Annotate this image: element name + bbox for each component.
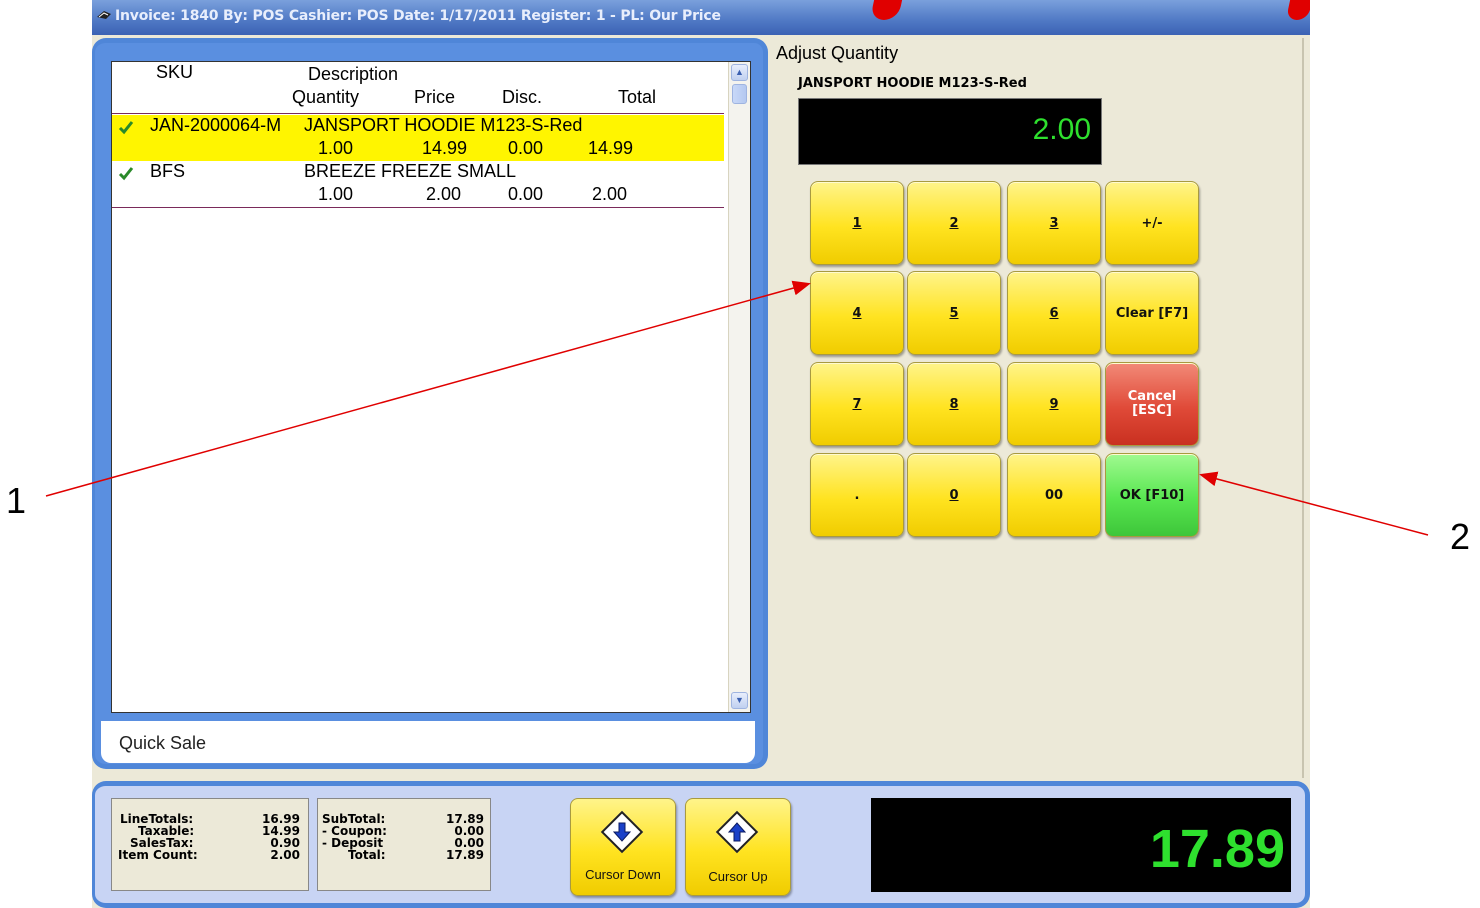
annotation-label-2: 2 xyxy=(1450,516,1471,557)
annotation-arrow-1 xyxy=(45,280,811,497)
annotation-arrows xyxy=(45,280,1429,536)
annotation-arrow-2 xyxy=(1199,471,1429,536)
annotation-label-1: 1 xyxy=(6,480,27,521)
